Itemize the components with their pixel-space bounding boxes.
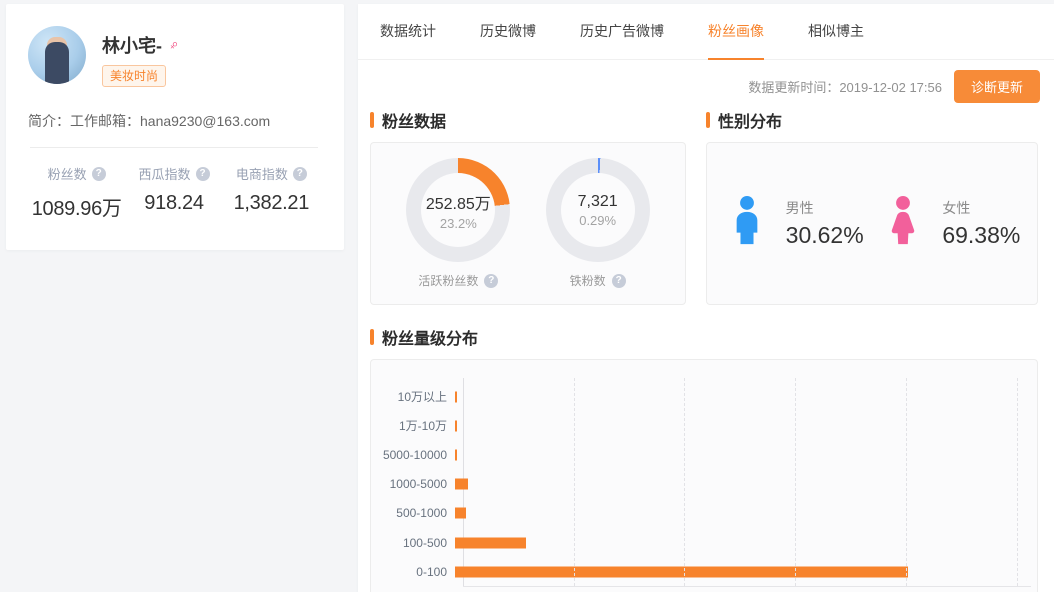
chart-row: 500-1000 [371,499,1021,528]
chart-bar [455,479,468,490]
question-icon[interactable]: ? [196,167,210,181]
tab[interactable]: 历史微博 [480,4,536,60]
chart-gridline [795,378,796,586]
diagnose-update-button[interactable]: 诊断更新 [954,70,1040,103]
question-icon[interactable]: ? [484,274,498,288]
male-icon [724,195,770,253]
gender-item: 女性 69.38% [880,195,1020,253]
chart-rows: 10万以上 1万-10万 5000-10000 1000-5000 500-1000 10… [371,382,1021,586]
chart-bar [455,420,457,431]
section-marker [706,112,710,128]
question-icon[interactable]: ? [612,274,626,288]
chart-gridline [684,378,685,586]
donut-percent: 0.29% [579,213,616,228]
chart-bar [455,508,466,519]
donut-value: 252.85万 [426,190,491,214]
chart-category-label: 1000-5000 [371,477,455,491]
section-marker [370,112,374,128]
donut-label: 铁粉数 [570,272,606,289]
chart-row: 100-500 [371,528,1021,557]
question-icon[interactable]: ? [293,167,307,181]
section-marker [370,329,374,345]
chart-row: 5000-10000 [371,440,1021,469]
donut-label: 活跃粉丝数 [418,272,478,289]
tab[interactable]: 历史广告微博 [580,4,664,60]
gender-item: 男性 30.62% [724,195,864,253]
gender-label: 男性 [786,198,864,218]
stat-label: 电商指数 [236,164,288,183]
profile-intro: 简介：工作邮箱：hana9230@163.com [28,111,320,131]
chart-category-label: 100-500 [371,536,455,550]
category-badge: 美妆时尚 [102,65,166,87]
gender-section: 性别分布 男性 30.62% 女性 69.38% [706,110,1038,305]
gender-label: 女性 [942,198,1020,218]
chart-row: 1万-10万 [371,411,1021,440]
chart-gridline [906,378,907,586]
chart-category-label: 500-1000 [371,506,455,520]
female-icon [880,195,926,253]
tab-bar: 数据统计历史微博历史广告微博粉丝画像相似博主 [358,4,1054,60]
donut-chart: 252.85万 23.2% 活跃粉丝数? [406,158,510,289]
stat-value: 918.24 [125,192,222,215]
female-gender-icon: ♀ [164,35,184,55]
chart-gridline [574,378,575,586]
divider [30,147,318,148]
profile-stat: 电商指数? 1,382.21 [223,164,320,221]
avatar [28,26,86,84]
gender-percent: 30.62% [786,222,864,249]
chart-category-label: 0-100 [371,565,455,579]
donut-percent: 23.2% [440,216,477,231]
stat-label: 粉丝数 [48,164,87,183]
update-time-label: 数据更新时间：2019-12-02 17:56 [748,77,942,96]
chart-category-label: 1万-10万 [371,417,455,434]
profile-stat: 西瓜指数? 918.24 [125,164,222,221]
main-panel: 数据统计历史微博历史广告微博粉丝画像相似博主 数据更新时间：2019-12-02… [358,4,1054,592]
chart-bar [455,537,526,548]
chart-gridline [1017,378,1018,586]
gender-card: 男性 30.62% 女性 69.38% [706,142,1038,305]
profile-stat: 粉丝数? 1089.96万 [28,164,125,221]
stat-value: 1,382.21 [223,192,320,215]
fan-level-section: 粉丝量级分布 10万以上 1万-10万 5000-10000 1000-5000 500… [358,327,1054,592]
donut-chart: 7,321 0.29% 铁粉数? [546,158,650,289]
chart-row: 0-100 [371,557,1021,586]
tab[interactable]: 数据统计 [380,4,436,60]
chart-category-label: 5000-10000 [371,448,455,462]
gender-percent: 69.38% [942,222,1020,249]
question-icon[interactable]: ? [92,167,106,181]
update-bar: 数据更新时间：2019-12-02 17:56 诊断更新 [358,72,1054,100]
fan-level-title: 粉丝量级分布 [382,325,478,349]
chart-row: 10万以上 [371,382,1021,411]
fan-level-chart: 10万以上 1万-10万 5000-10000 1000-5000 500-1000 10… [370,359,1038,592]
profile-stats: 粉丝数? 1089.96万西瓜指数? 918.24 电商指数? 1,382.21 [28,164,320,221]
profile-card: 林小宅- ♀ 美妆时尚 简介：工作邮箱：hana9230@163.com 粉丝数… [6,4,344,250]
fan-analytics-page: { "accent": "#f7832c", "profile": { "nam… [0,0,1054,592]
stat-value: 1089.96万 [28,192,125,221]
chart-bar [455,566,908,577]
gender-title: 性别分布 [718,108,782,132]
chart-bar [455,449,457,460]
tab[interactable]: 相似博主 [808,4,864,60]
donut-value: 7,321 [578,193,618,211]
fan-data-title: 粉丝数据 [382,108,446,132]
chart-row: 1000-5000 [371,470,1021,499]
fan-data-section: 粉丝数据 252.85万 23.2% 活跃粉丝数? 7,321 0.29% 铁粉数? [370,110,686,305]
chart-category-label: 10万以上 [371,388,455,405]
chart-bar [455,391,457,402]
tab[interactable]: 粉丝画像 [708,4,764,60]
stat-label: 西瓜指数 [138,164,190,183]
profile-name: 林小宅- [102,32,162,58]
fan-data-card: 252.85万 23.2% 活跃粉丝数? 7,321 0.29% 铁粉数? [370,142,686,305]
